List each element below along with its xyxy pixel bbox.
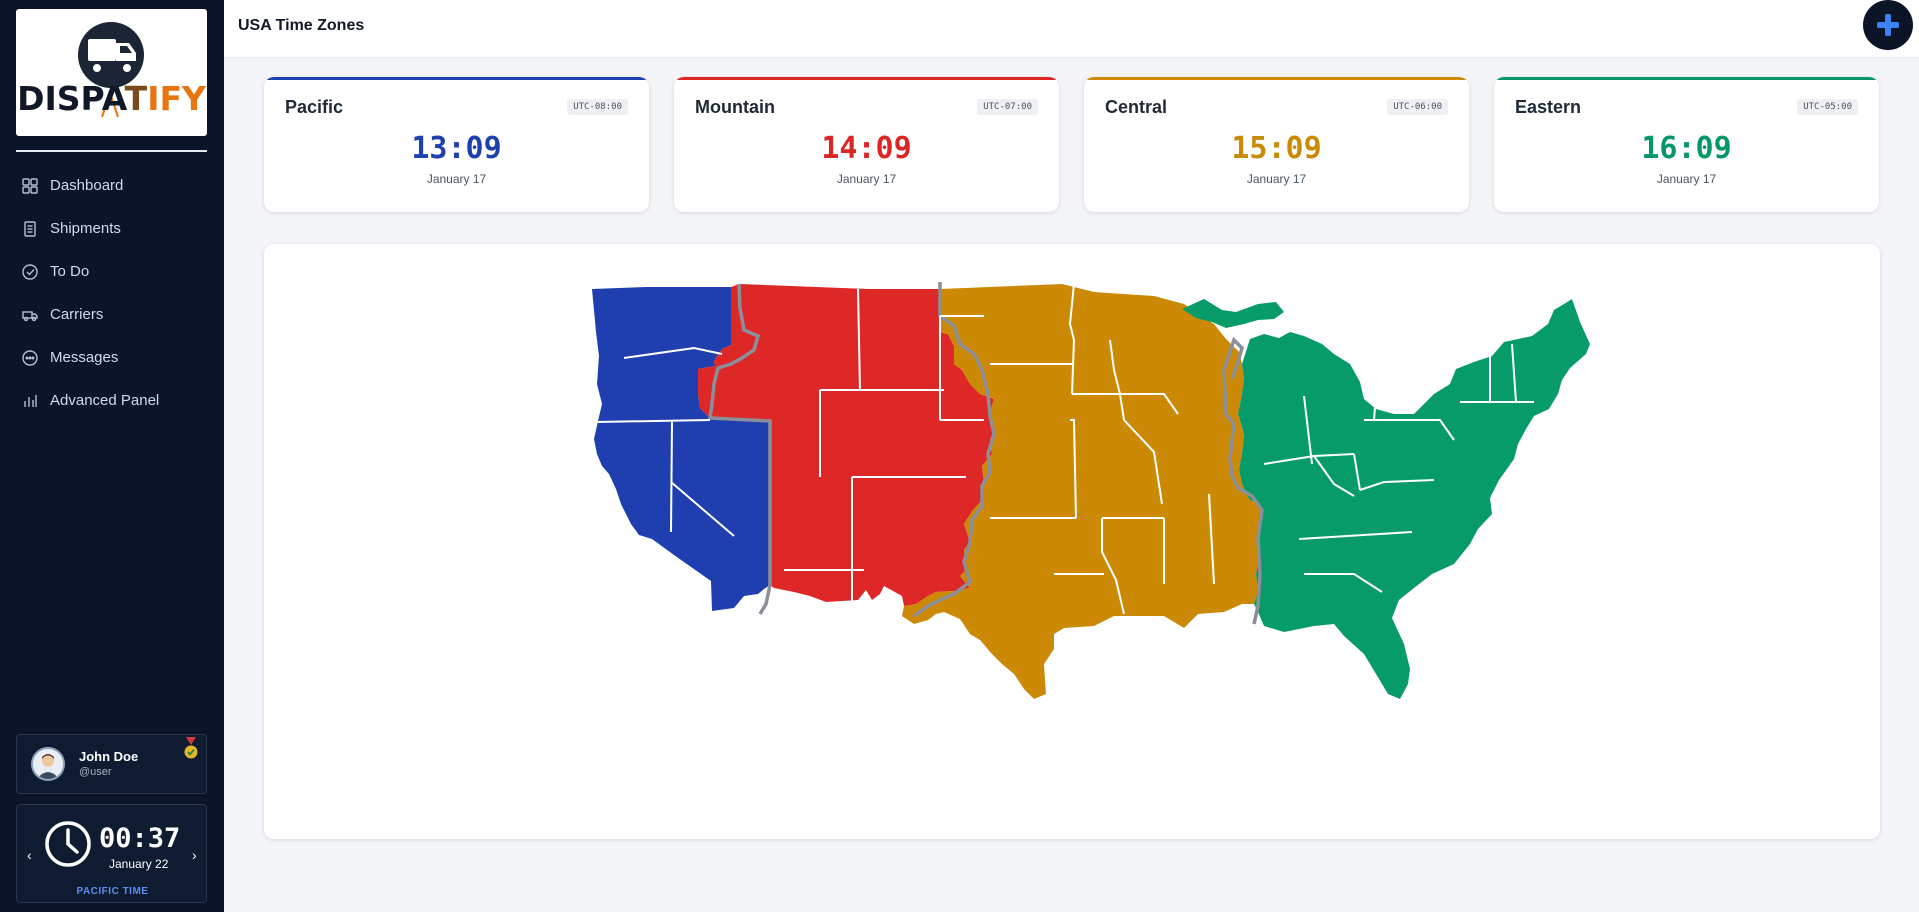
card-accent-bar (264, 77, 649, 80)
page-title: USA Time Zones (238, 17, 365, 34)
clock-icon (45, 821, 91, 867)
clock-prev-button[interactable]: ‹ (27, 847, 32, 863)
sidebar-item-label: Shipments (50, 220, 121, 237)
timezone-time: 15:09 (1231, 131, 1322, 166)
timezone-time: 14:09 (821, 131, 912, 166)
timezone-offset-badge: UTC-06:00 (1387, 99, 1448, 115)
user-profile-card[interactable]: John Doe @user (16, 734, 207, 794)
dashboard-icon (20, 176, 40, 196)
timezone-offset-badge: UTC-08:00 (567, 99, 628, 115)
top-header: USA Time Zones (224, 0, 1919, 58)
clock-widget: ‹ 00:37 January 22 › PACIFIC TIME (16, 804, 207, 903)
timezone-offset-badge: UTC-07:00 (977, 99, 1038, 115)
sidebar-item-advanced-panel[interactable]: Advanced Panel (0, 379, 224, 422)
timezone-card-mountain[interactable]: Mountain UTC-07:00 14:09 January 17 (674, 77, 1059, 212)
timezone-card-central[interactable]: Central UTC-06:00 15:09 January 17 (1084, 77, 1469, 212)
check-circle-icon (20, 262, 40, 282)
card-accent-bar (1084, 77, 1469, 80)
timezone-card-pacific[interactable]: Pacific UTC-08:00 13:09 January 17 (264, 77, 649, 212)
timezone-map-card (264, 244, 1880, 839)
timezone-time: 13:09 (411, 131, 502, 166)
bar-chart-icon (20, 391, 40, 411)
chat-icon (20, 348, 40, 368)
sidebar-item-label: Messages (50, 349, 119, 366)
timezone-name: Eastern (1515, 97, 1582, 117)
brand-wordmark: DISPATIFY (17, 79, 206, 118)
card-accent-bar (674, 77, 1059, 80)
clock-zone-label: PACIFIC TIME (76, 886, 149, 897)
plus-icon (1877, 14, 1899, 36)
sidebar-item-todo[interactable]: To Do (0, 250, 224, 293)
timezone-date: January 17 (1246, 172, 1307, 186)
sidebar-item-label: Dashboard (50, 177, 124, 194)
clock-date: January 22 (109, 857, 169, 871)
timezone-date: January 17 (1656, 172, 1717, 186)
user-handle: @user (79, 766, 112, 778)
avatar (31, 747, 65, 781)
sidebar-item-label: Carriers (50, 306, 104, 323)
sidebar: DISPATIFY Dashboard Shipments To Do Carr… (0, 0, 224, 912)
medal-icon (184, 737, 198, 759)
timezone-name: Pacific (285, 97, 344, 117)
usa-timezone-map (592, 282, 1590, 699)
card-accent-bar (1494, 77, 1879, 80)
truck-icon (20, 305, 40, 325)
brand-logo[interactable]: DISPATIFY (16, 9, 207, 136)
user-name: John Doe (79, 749, 139, 764)
clock-next-button[interactable]: › (192, 847, 197, 863)
add-button[interactable] (1863, 0, 1913, 50)
timezone-date: January 17 (426, 172, 487, 186)
timezone-date: January 17 (836, 172, 897, 186)
timezone-time: 16:09 (1641, 131, 1732, 166)
sidebar-nav: Dashboard Shipments To Do Carriers Messa… (0, 164, 224, 422)
clock-time: 00:37 (99, 823, 181, 854)
sidebar-item-shipments[interactable]: Shipments (0, 207, 224, 250)
sidebar-item-dashboard[interactable]: Dashboard (0, 164, 224, 207)
sidebar-item-messages[interactable]: Messages (0, 336, 224, 379)
timezone-name: Central (1105, 97, 1168, 117)
timezone-offset-badge: UTC-05:00 (1797, 99, 1858, 115)
timezone-name: Mountain (695, 97, 775, 117)
sidebar-item-carriers[interactable]: Carriers (0, 293, 224, 336)
map-zone-eastern (1238, 299, 1590, 699)
timezone-card-eastern[interactable]: Eastern UTC-05:00 16:09 January 17 (1494, 77, 1879, 212)
sidebar-item-label: To Do (50, 263, 90, 280)
document-icon (20, 219, 40, 239)
sidebar-divider (16, 150, 207, 152)
sidebar-item-label: Advanced Panel (50, 392, 160, 409)
